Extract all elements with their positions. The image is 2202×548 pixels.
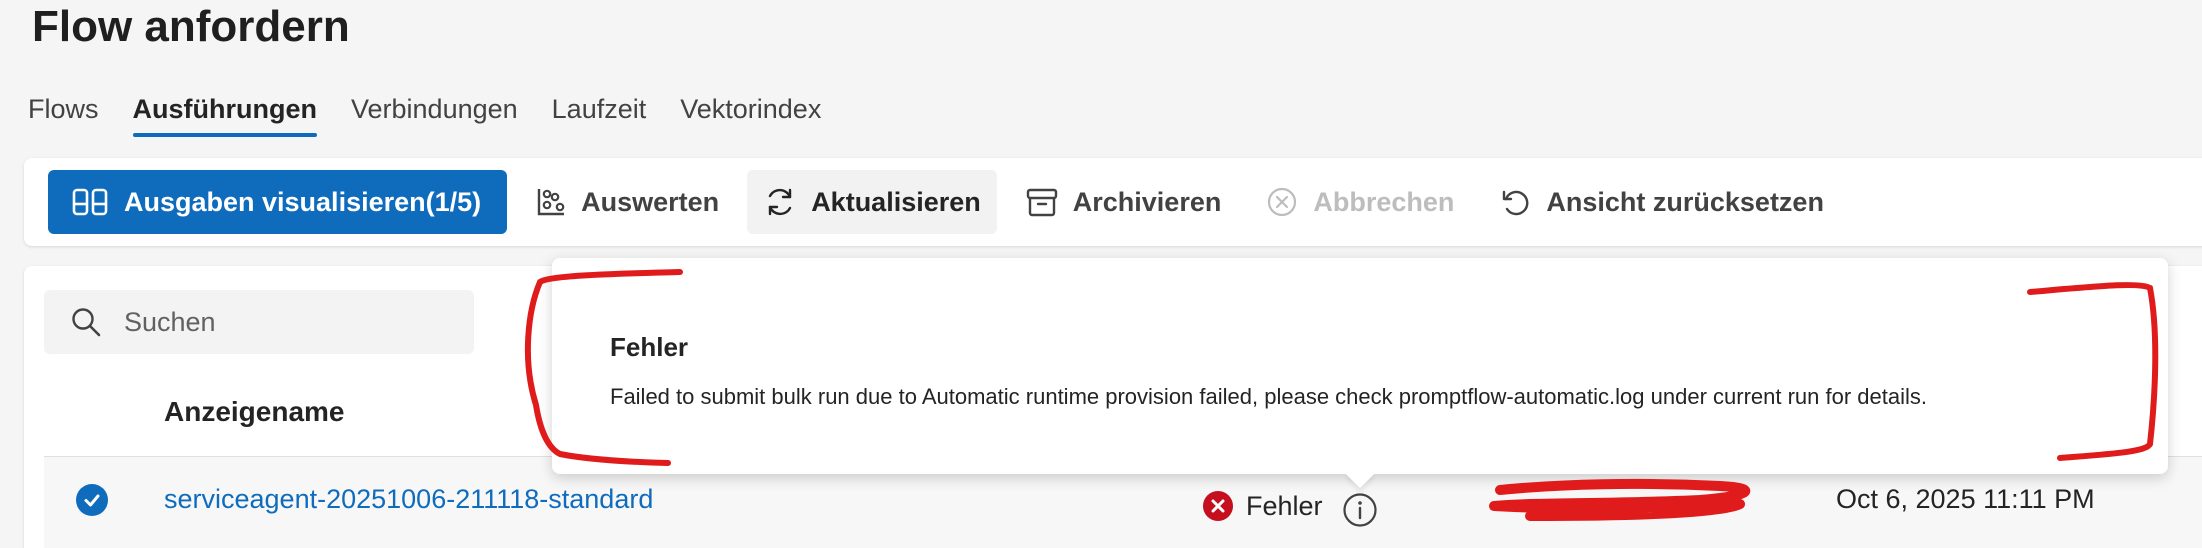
row-checkbox[interactable] [76, 484, 108, 516]
refresh-icon [768, 188, 792, 216]
tab-flows[interactable]: Flows [28, 94, 99, 137]
tab-runs[interactable]: Ausführungen [132, 94, 318, 137]
scatter-icon [537, 189, 565, 216]
column-header-display-name[interactable]: Anzeigename [164, 396, 345, 428]
undo-icon [1503, 190, 1529, 216]
evaluate-label: Auswerten [581, 186, 720, 217]
tab-vector-index[interactable]: Vektorindex [680, 94, 821, 137]
tab-runtime[interactable]: Laufzeit [552, 94, 647, 137]
error-tooltip [552, 258, 2168, 474]
info-icon [1343, 493, 1377, 527]
status-text: Fehler [1246, 490, 1323, 521]
reset-view-label: Ansicht zurücksetzen [1546, 186, 1824, 217]
toolbar: Ausgaben visualisieren(1/5) Auswerten Ak… [24, 158, 2202, 246]
reset-view-button[interactable]: Ansicht zurücksetzen [1482, 170, 1840, 234]
archive-button[interactable]: Archivieren [1009, 170, 1238, 234]
visualize-outputs-button[interactable]: Ausgaben visualisieren(1/5) [48, 170, 508, 234]
search-icon [72, 308, 101, 337]
run-created-date: Oct 6, 2025 11:11 PM [1836, 484, 2095, 514]
refresh-label: Aktualisieren [811, 186, 981, 217]
cancel-label: Abbrechen [1313, 186, 1455, 217]
archive-label: Archivieren [1072, 186, 1222, 217]
visualize-outputs-label: Ausgaben visualisieren(1/5) [124, 186, 482, 217]
checkmark-icon [84, 494, 100, 507]
run-name-link[interactable]: serviceagent-20251006-211118-standard [164, 484, 653, 515]
page: Flow anfordern Flows Ausführungen Verbin… [0, 0, 2202, 548]
status-cell: Fehler [1202, 490, 1323, 522]
tooltip-title: Fehler [610, 332, 689, 362]
tab-bar: Flows Ausführungen Verbindungen Laufzeit… [28, 94, 821, 137]
tab-connections[interactable]: Verbindungen [351, 94, 518, 137]
archive-icon [1026, 188, 1057, 217]
status-info-button[interactable] [1342, 492, 1378, 533]
search-input[interactable]: Suchen [44, 290, 474, 354]
cancel-button[interactable]: Abbrechen [1249, 170, 1470, 234]
dismiss-circle-icon [1268, 187, 1297, 217]
search-placeholder: Suchen [124, 306, 216, 337]
error-circle-icon [1203, 491, 1233, 521]
tooltip-message: Failed to submit bulk run due to Automat… [610, 384, 1927, 409]
refresh-button[interactable]: Aktualisieren [747, 170, 997, 234]
page-title: Flow anfordern [32, 2, 350, 51]
compare-columns-icon [72, 188, 108, 216]
evaluate-button[interactable]: Auswerten [519, 170, 735, 234]
